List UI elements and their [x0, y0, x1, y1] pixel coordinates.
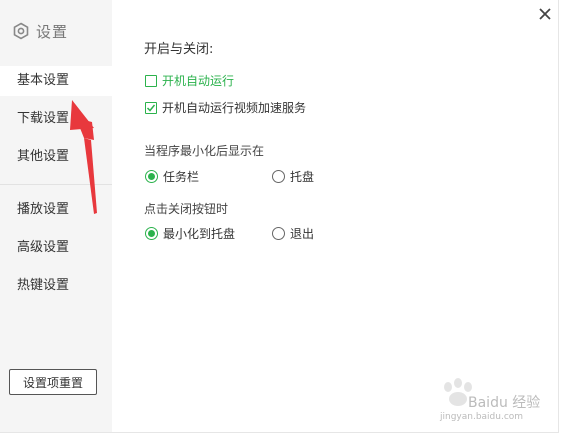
close-exit-radio[interactable] [272, 227, 285, 240]
close-minimize-radio[interactable] [145, 227, 158, 240]
check-icon [146, 104, 156, 112]
sidebar-item-basic[interactable]: 基本设置 [0, 66, 112, 96]
autostart-accelerator-checkbox[interactable] [145, 102, 157, 114]
minimize-taskbar-label[interactable]: 任务栏 [163, 168, 199, 185]
sidebar: 设置 基本设置 下载设置 其他设置 播放设置 高级设置 热键设置 设置项重置 [0, 0, 112, 432]
close-minimize-label[interactable]: 最小化到托盘 [163, 225, 235, 242]
sidebar-divider [0, 184, 112, 185]
minimize-tray-radio[interactable] [272, 170, 285, 183]
sidebar-item-playback[interactable]: 播放设置 [0, 195, 112, 225]
reset-settings-button[interactable]: 设置项重置 [9, 369, 97, 395]
app-title: 设置 [36, 22, 69, 41]
minimize-tray-label[interactable]: 托盘 [290, 168, 314, 185]
close-exit-label[interactable]: 退出 [290, 225, 314, 242]
autostart-accelerator-label[interactable]: 开机自动运行视频加速服务 [162, 99, 306, 116]
hexagon-gear-icon [12, 22, 30, 40]
autostart-checkbox[interactable] [145, 75, 157, 87]
startup-section-title: 开启与关闭: [144, 42, 214, 57]
sidebar-header: 设置 [12, 20, 68, 42]
settings-window: 设置 基本设置 下载设置 其他设置 播放设置 高级设置 热键设置 设置项重置 开… [0, 0, 559, 433]
minimize-taskbar-radio[interactable] [145, 170, 158, 183]
sidebar-item-other[interactable]: 其他设置 [0, 142, 112, 172]
sidebar-item-hotkeys[interactable]: 热键设置 [0, 271, 112, 301]
close-action-section-title: 点击关闭按钮时 [144, 202, 229, 216]
minimize-section-title: 当程序最小化后显示在 [144, 144, 265, 158]
sidebar-item-download[interactable]: 下载设置 [0, 104, 112, 134]
watermark-url: jingyan.baidu.com [440, 412, 524, 422]
watermark-text: Baidu 经验 [468, 395, 541, 411]
autostart-label[interactable]: 开机自动运行 [162, 72, 234, 89]
close-icon[interactable] [536, 5, 554, 23]
sidebar-item-advanced[interactable]: 高级设置 [0, 233, 112, 263]
